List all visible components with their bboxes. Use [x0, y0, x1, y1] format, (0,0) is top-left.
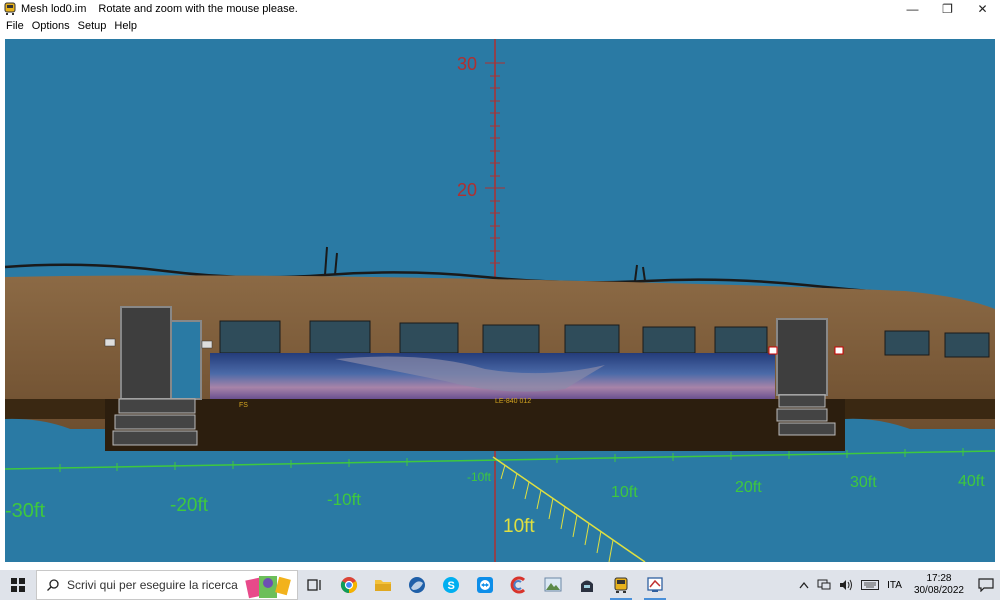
file-explorer-icon	[375, 580, 391, 591]
train-simulator-icon	[614, 577, 628, 593]
h-axis-label-30: 30ft	[850, 474, 877, 491]
search-highlight-icon	[245, 576, 291, 599]
menu-setup[interactable]: Setup	[74, 20, 111, 32]
tray-network-button[interactable]	[813, 579, 835, 591]
teamviewer-button[interactable]	[468, 570, 502, 600]
browser-icon	[409, 577, 425, 593]
h-axis-label-40: 40ft	[958, 473, 985, 490]
train-simulator-button[interactable]	[604, 570, 638, 600]
window-message: Rotate and zoom with the mouse please.	[98, 3, 298, 15]
window-title: Mesh lod0.im	[21, 3, 87, 15]
tray-keyboard-button[interactable]	[857, 580, 883, 590]
clock-time: 17:28	[926, 573, 952, 584]
skype-button[interactable]: S	[434, 570, 468, 600]
v-axis-label-30: 30	[457, 54, 477, 74]
search-placeholder: Scrivi qui per eseguire la ricerca	[67, 578, 238, 592]
mesh-viewport[interactable]: 30 20 FS LE-840 012 -30ft -20ft -10ft -1…	[5, 39, 995, 562]
file-explorer-button[interactable]	[366, 570, 400, 600]
h-axis-label-origin: -10ft	[467, 470, 492, 484]
keyboard-icon	[861, 580, 880, 590]
ccleaner-icon	[510, 576, 526, 594]
svg-text:S: S	[448, 580, 455, 592]
menu-file[interactable]: File	[2, 20, 28, 32]
taskbar-search[interactable]: Scrivi qui per eseguire la ricerca	[36, 570, 298, 600]
system-tray: ITA 17:28 30/08/2022	[795, 570, 1000, 600]
restore-button[interactable]: ❐	[930, 0, 965, 18]
menu-bar: File Options Setup Help	[0, 18, 1000, 34]
close-button[interactable]: ✕	[965, 0, 1000, 18]
chrome-icon	[340, 577, 358, 594]
title-bar: Mesh lod0.im Rotate and zoom with the mo…	[0, 0, 1000, 18]
task-view-icon	[307, 579, 321, 591]
notification-center-button[interactable]	[972, 578, 1000, 592]
game-icon	[581, 580, 593, 592]
browser-button[interactable]	[400, 570, 434, 600]
chevron-up-icon	[799, 581, 809, 589]
v-axis-label-20: 20	[457, 180, 477, 200]
menu-options[interactable]: Options	[28, 20, 74, 32]
teamviewer-icon	[477, 577, 493, 593]
h-axis-label-minus30: -30ft	[5, 500, 45, 522]
minimize-button[interactable]: —	[895, 0, 930, 18]
car-marking-left: FS	[239, 402, 248, 409]
app-train-icon	[4, 2, 16, 15]
start-button[interactable]	[0, 570, 36, 600]
image-viewer-icon	[544, 577, 562, 592]
tray-language[interactable]: ITA	[883, 580, 906, 591]
tray-overflow-button[interactable]	[795, 581, 813, 589]
shape-viewer-button[interactable]	[638, 570, 672, 600]
network-icon	[817, 579, 831, 590]
skype-icon: S	[443, 577, 459, 593]
clock-date: 30/08/2022	[913, 585, 964, 596]
ccleaner-button[interactable]	[502, 570, 536, 600]
chrome-button[interactable]	[332, 570, 366, 600]
depth-axis	[492, 456, 646, 562]
rail-car-model	[5, 246, 995, 451]
game-button[interactable]	[570, 570, 604, 600]
windows-logo-icon	[11, 578, 25, 592]
tray-clock[interactable]: 17:28 30/08/2022	[906, 573, 972, 597]
horizontal-axis	[5, 448, 995, 472]
image-viewer-button[interactable]	[536, 570, 570, 600]
h-axis-label-minus20: -20ft	[170, 495, 209, 516]
car-marking-center: LE-840 012	[495, 398, 531, 405]
taskbar: Scrivi qui per eseguire la ricerca S ITA…	[0, 570, 1000, 600]
shape-viewer-icon	[647, 577, 663, 592]
search-icon	[47, 579, 59, 591]
task-view-button[interactable]	[298, 570, 332, 600]
tray-volume-button[interactable]	[835, 579, 857, 591]
h-axis-label-10: 10ft	[611, 484, 638, 501]
notification-icon	[978, 578, 994, 592]
h-axis-label-minus10: -10ft	[327, 490, 361, 509]
speaker-icon	[840, 579, 853, 591]
depth-axis-label: 10ft	[503, 516, 535, 537]
menu-help[interactable]: Help	[110, 20, 141, 32]
h-axis-label-20: 20ft	[735, 479, 762, 496]
